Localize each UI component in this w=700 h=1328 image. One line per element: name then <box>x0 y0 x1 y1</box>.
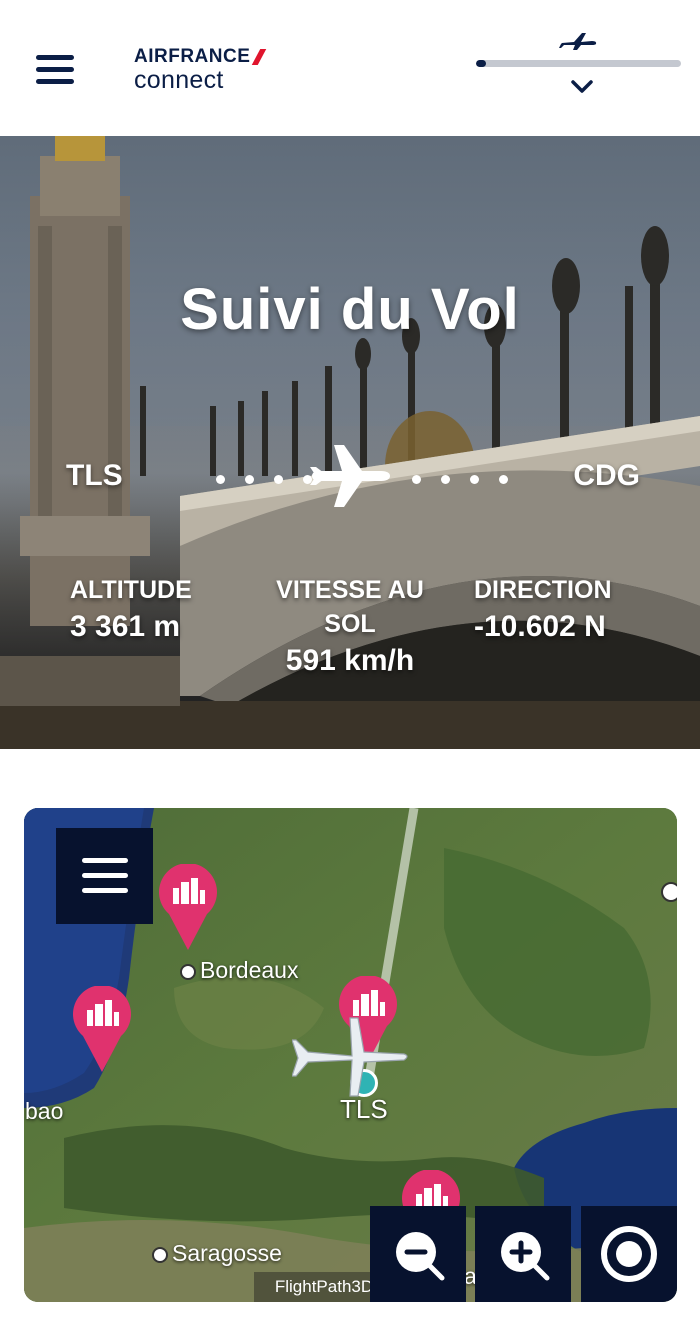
airplane-icon <box>292 1017 408 1097</box>
city-label-bilbao: bao <box>25 1098 64 1124</box>
altitude-label: ALTITUDE <box>70 576 192 604</box>
altitude-stat: ALTITUDE 3 361 m <box>70 573 220 647</box>
zoom-out-icon <box>396 1232 445 1281</box>
brand-subtitle: connect <box>134 66 224 94</box>
zoom-out-button[interactable] <box>370 1206 466 1302</box>
airplane-icon <box>310 445 390 507</box>
flight-progress-toggle[interactable] <box>476 30 681 100</box>
flight-map[interactable]: Bordeaux bao Saragosse a TLS FlightPath3… <box>24 808 677 1302</box>
city-dot <box>152 1246 168 1263</box>
ground-speed-label: VITESSE AU SOL <box>276 576 424 638</box>
direction-value: -10.602 N <box>474 610 606 643</box>
ground-speed-value: 591 km/h <box>285 644 415 677</box>
city-poi-icon[interactable] <box>71 986 133 1072</box>
origin-airport-code: TLS <box>66 459 123 492</box>
brand-name: AIRFRANCE <box>134 46 251 67</box>
city-label-bordeaux: Bordeaux <box>180 957 298 984</box>
hamburger-icon-bar <box>36 79 74 84</box>
hamburger-icon-bar <box>82 888 128 893</box>
route-dots-right <box>412 475 508 484</box>
hamburger-icon-bar <box>36 67 74 72</box>
brand-slash-mark <box>252 49 267 65</box>
locate-button[interactable] <box>581 1206 677 1302</box>
hamburger-icon-bar <box>82 858 128 863</box>
app-header: AIRFRANCE connect <box>0 0 700 136</box>
flight-progress-fill <box>476 60 487 67</box>
hamburger-icon-bar <box>36 55 74 60</box>
flight-route: TLS CDG <box>0 441 700 511</box>
ground-speed-stat: VITESSE AU SOL 591 km/h <box>262 573 438 681</box>
city-dot <box>661 882 677 902</box>
flight-hero-banner: Suivi du Vol TLS CDG ALTITUDE 3 361 m VI… <box>0 136 700 749</box>
zoom-in-button[interactable] <box>475 1206 571 1302</box>
hamburger-icon-bar <box>82 873 128 878</box>
zoom-in-icon <box>501 1232 550 1281</box>
city-label-saragosse: Saragosse <box>152 1240 282 1267</box>
airplane-icon <box>559 33 597 50</box>
city-poi-icon[interactable] <box>157 864 219 950</box>
flight-progress-bar <box>476 60 681 67</box>
destination-airport-code: CDG <box>573 459 640 492</box>
brand-logo: AIRFRANCE connect <box>134 46 267 95</box>
map-menu-button[interactable] <box>56 828 153 924</box>
altitude-value: 3 361 m <box>70 610 181 643</box>
direction-stat: DIRECTION -10.602 N <box>474 573 644 647</box>
airport-label: TLS <box>340 1094 388 1124</box>
city-dot <box>180 963 196 980</box>
locate-icon <box>601 1226 657 1282</box>
main-menu-button[interactable] <box>36 55 74 87</box>
direction-label: DIRECTION <box>474 576 612 604</box>
chevron-down-icon <box>571 80 593 93</box>
route-dots-left <box>216 475 312 484</box>
page-title: Suivi du Vol <box>180 277 520 342</box>
